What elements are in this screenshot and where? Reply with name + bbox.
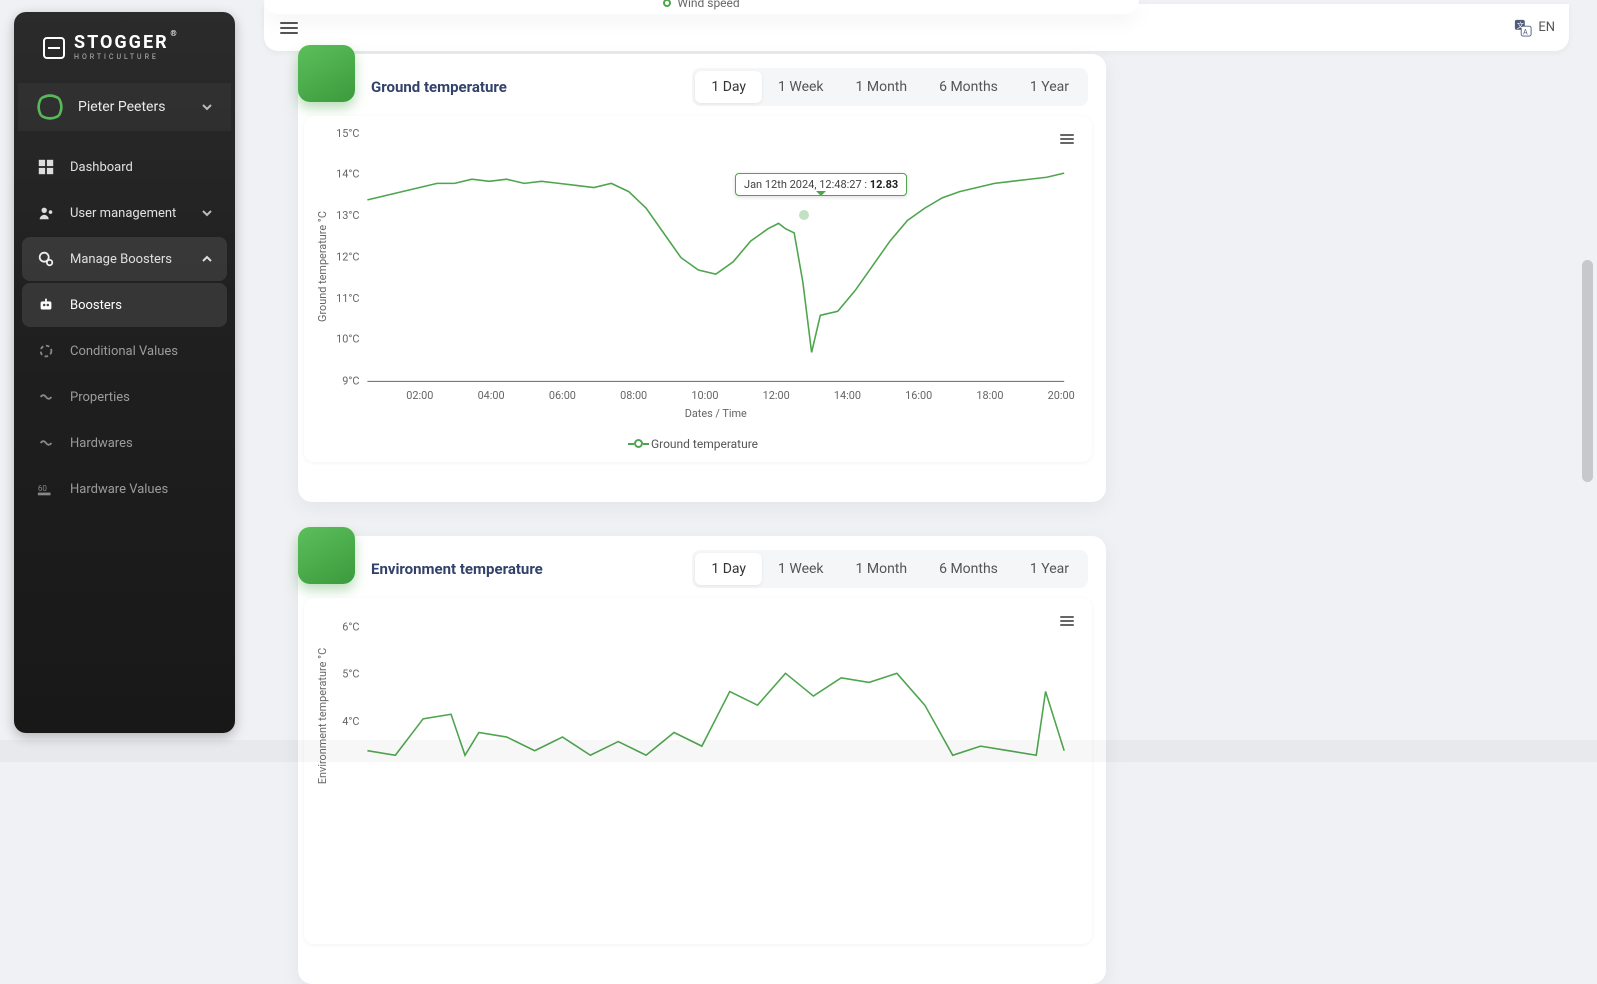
svg-text:10°C: 10°C <box>336 333 359 346</box>
sidebar-item-label: Boosters <box>70 298 122 313</box>
sidebar-item-label: Manage Boosters <box>70 252 172 267</box>
avatar-icon <box>36 93 64 121</box>
svg-text:16:00: 16:00 <box>905 389 932 402</box>
range-tab-1week[interactable]: 1 Week <box>762 553 840 585</box>
svg-text:5°C: 5°C <box>342 667 359 680</box>
tooltip-value: 12.83 <box>870 178 898 191</box>
sidebar-item-hardware-values[interactable]: 60 Hardware Values <box>22 467 227 511</box>
user-switcher[interactable]: Pieter Peeters <box>18 83 231 131</box>
chart-menu-icon[interactable] <box>1058 130 1076 148</box>
svg-text:08:00: 08:00 <box>620 389 647 402</box>
chart-menu-icon[interactable] <box>1058 612 1076 630</box>
cycle-icon <box>36 341 56 361</box>
svg-text:13°C: 13°C <box>336 209 359 222</box>
svg-text:02:00: 02:00 <box>406 389 433 402</box>
sidebar-nav: Dashboard User management Manage Booster… <box>14 141 235 515</box>
legend-label: Wind speed <box>677 0 739 10</box>
svg-text:12°C: 12°C <box>336 251 359 264</box>
signal-icon <box>36 387 56 407</box>
sidebar: STOGGER HORTICULTURE Pieter Peeters Dash… <box>14 12 235 733</box>
svg-text:06:00: 06:00 <box>549 389 576 402</box>
svg-text:20:00: 20:00 <box>1048 389 1075 402</box>
sidebar-item-label: User management <box>70 206 176 221</box>
sidebar-item-label: Conditional Values <box>70 344 178 359</box>
sidebar-item-hardwares[interactable]: Hardwares <box>22 421 227 465</box>
gears-icon <box>36 249 56 269</box>
users-icon <box>36 203 56 223</box>
svg-text:4°C: 4°C <box>342 715 359 728</box>
sidebar-item-user-management[interactable]: User management <box>22 191 227 235</box>
svg-text:Dates / Time: Dates / Time <box>685 407 747 420</box>
chart-tooltip: Jan 12th 2024, 12:48:27 : 12.83 <box>735 173 907 196</box>
card-title: Ground temperature <box>371 78 507 96</box>
sidebar-item-label: Properties <box>70 390 130 405</box>
svg-text:9°C: 9°C <box>342 374 359 387</box>
range-tab-1year[interactable]: 1 Year <box>1014 553 1085 585</box>
range-tab-1year[interactable]: 1 Year <box>1014 71 1085 103</box>
counter-icon: 60 <box>36 479 56 499</box>
svg-text:10:00: 10:00 <box>691 389 718 402</box>
svg-text:60: 60 <box>38 483 48 493</box>
svg-text:12:00: 12:00 <box>763 389 790 402</box>
chevron-up-icon <box>201 253 213 265</box>
range-tab-1week[interactable]: 1 Week <box>762 71 840 103</box>
svg-text:18:00: 18:00 <box>976 389 1003 402</box>
chart-tooltip-marker <box>799 210 809 220</box>
sidebar-item-boosters[interactable]: Boosters <box>22 283 227 327</box>
signal-icon <box>36 433 56 453</box>
dashboard-icon <box>36 157 56 177</box>
svg-text:14:00: 14:00 <box>834 389 861 402</box>
page-scrollbar[interactable] <box>1580 0 1595 736</box>
range-tab-6months[interactable]: 6 Months <box>923 553 1014 585</box>
sidebar-item-conditional-values[interactable]: Conditional Values <box>22 329 227 373</box>
sidebar-item-properties[interactable]: Properties <box>22 375 227 419</box>
robot-icon <box>36 295 56 315</box>
previous-card-legend-fragment: Wind speed <box>264 0 1139 14</box>
brand-mark-icon <box>42 36 66 60</box>
chart-environment-temperature: 6°C 5°C 4°C Environment temperature °C <box>304 598 1092 944</box>
scrollbar-track-end <box>0 740 1597 762</box>
svg-text:Environment temperature °C: Environment temperature °C <box>316 648 329 784</box>
svg-text:15°C: 15°C <box>336 127 359 140</box>
range-tab-1month[interactable]: 1 Month <box>840 553 924 585</box>
svg-text:04:00: 04:00 <box>478 389 505 402</box>
translate-icon: 文A <box>1514 19 1532 37</box>
sidebar-item-label: Hardwares <box>70 436 133 451</box>
range-tab-6months[interactable]: 6 Months <box>923 71 1014 103</box>
sidebar-item-manage-boosters[interactable]: Manage Boosters <box>22 237 227 281</box>
time-range-tabs: 1 Day 1 Week 1 Month 6 Months 1 Year <box>692 550 1088 588</box>
sidebar-item-dashboard[interactable]: Dashboard <box>22 145 227 189</box>
brand-logo: STOGGER HORTICULTURE <box>14 30 235 83</box>
tooltip-label: Jan 12th 2024, 12:48:27 : <box>744 178 870 191</box>
sidebar-item-label: Hardware Values <box>70 482 168 497</box>
menu-icon[interactable] <box>278 17 300 39</box>
legend-marker-icon <box>634 439 643 448</box>
svg-text:Ground temperature °C: Ground temperature °C <box>316 211 329 322</box>
card-badge-icon <box>298 45 355 102</box>
card-title: Environment temperature <box>371 560 543 578</box>
language-code: EN <box>1538 20 1555 35</box>
time-range-tabs: 1 Day 1 Week 1 Month 6 Months 1 Year <box>692 68 1088 106</box>
range-tab-1month[interactable]: 1 Month <box>840 71 924 103</box>
range-tab-1day[interactable]: 1 Day <box>695 71 762 103</box>
chevron-down-icon <box>201 101 213 113</box>
chart-legend: Ground temperature <box>310 437 1082 451</box>
chart-svg: 15°C 14°C 13°C 12°C 11°C 10°C 9°C 02:00 … <box>310 124 1082 431</box>
chevron-down-icon <box>201 207 213 219</box>
brand-name: STOGGER <box>74 34 169 52</box>
card-badge-icon <box>298 527 355 584</box>
legend-label: Ground temperature <box>651 437 758 451</box>
sidebar-item-label: Dashboard <box>70 160 133 175</box>
svg-text:14°C: 14°C <box>336 167 359 180</box>
svg-text:11°C: 11°C <box>336 292 359 305</box>
card-ground-temperature: Ground temperature 1 Day 1 Week 1 Month … <box>298 54 1106 502</box>
svg-text:A: A <box>1523 27 1528 36</box>
range-tab-1day[interactable]: 1 Day <box>695 553 762 585</box>
language-switcher[interactable]: 文A EN <box>1514 19 1555 37</box>
user-name: Pieter Peeters <box>78 99 187 115</box>
svg-text:6°C: 6°C <box>342 621 359 634</box>
brand-subtitle: HORTICULTURE <box>74 54 169 61</box>
scrollbar-thumb[interactable] <box>1582 260 1593 482</box>
chart-ground-temperature: Jan 12th 2024, 12:48:27 : 12.83 15°C 14°… <box>304 116 1092 462</box>
